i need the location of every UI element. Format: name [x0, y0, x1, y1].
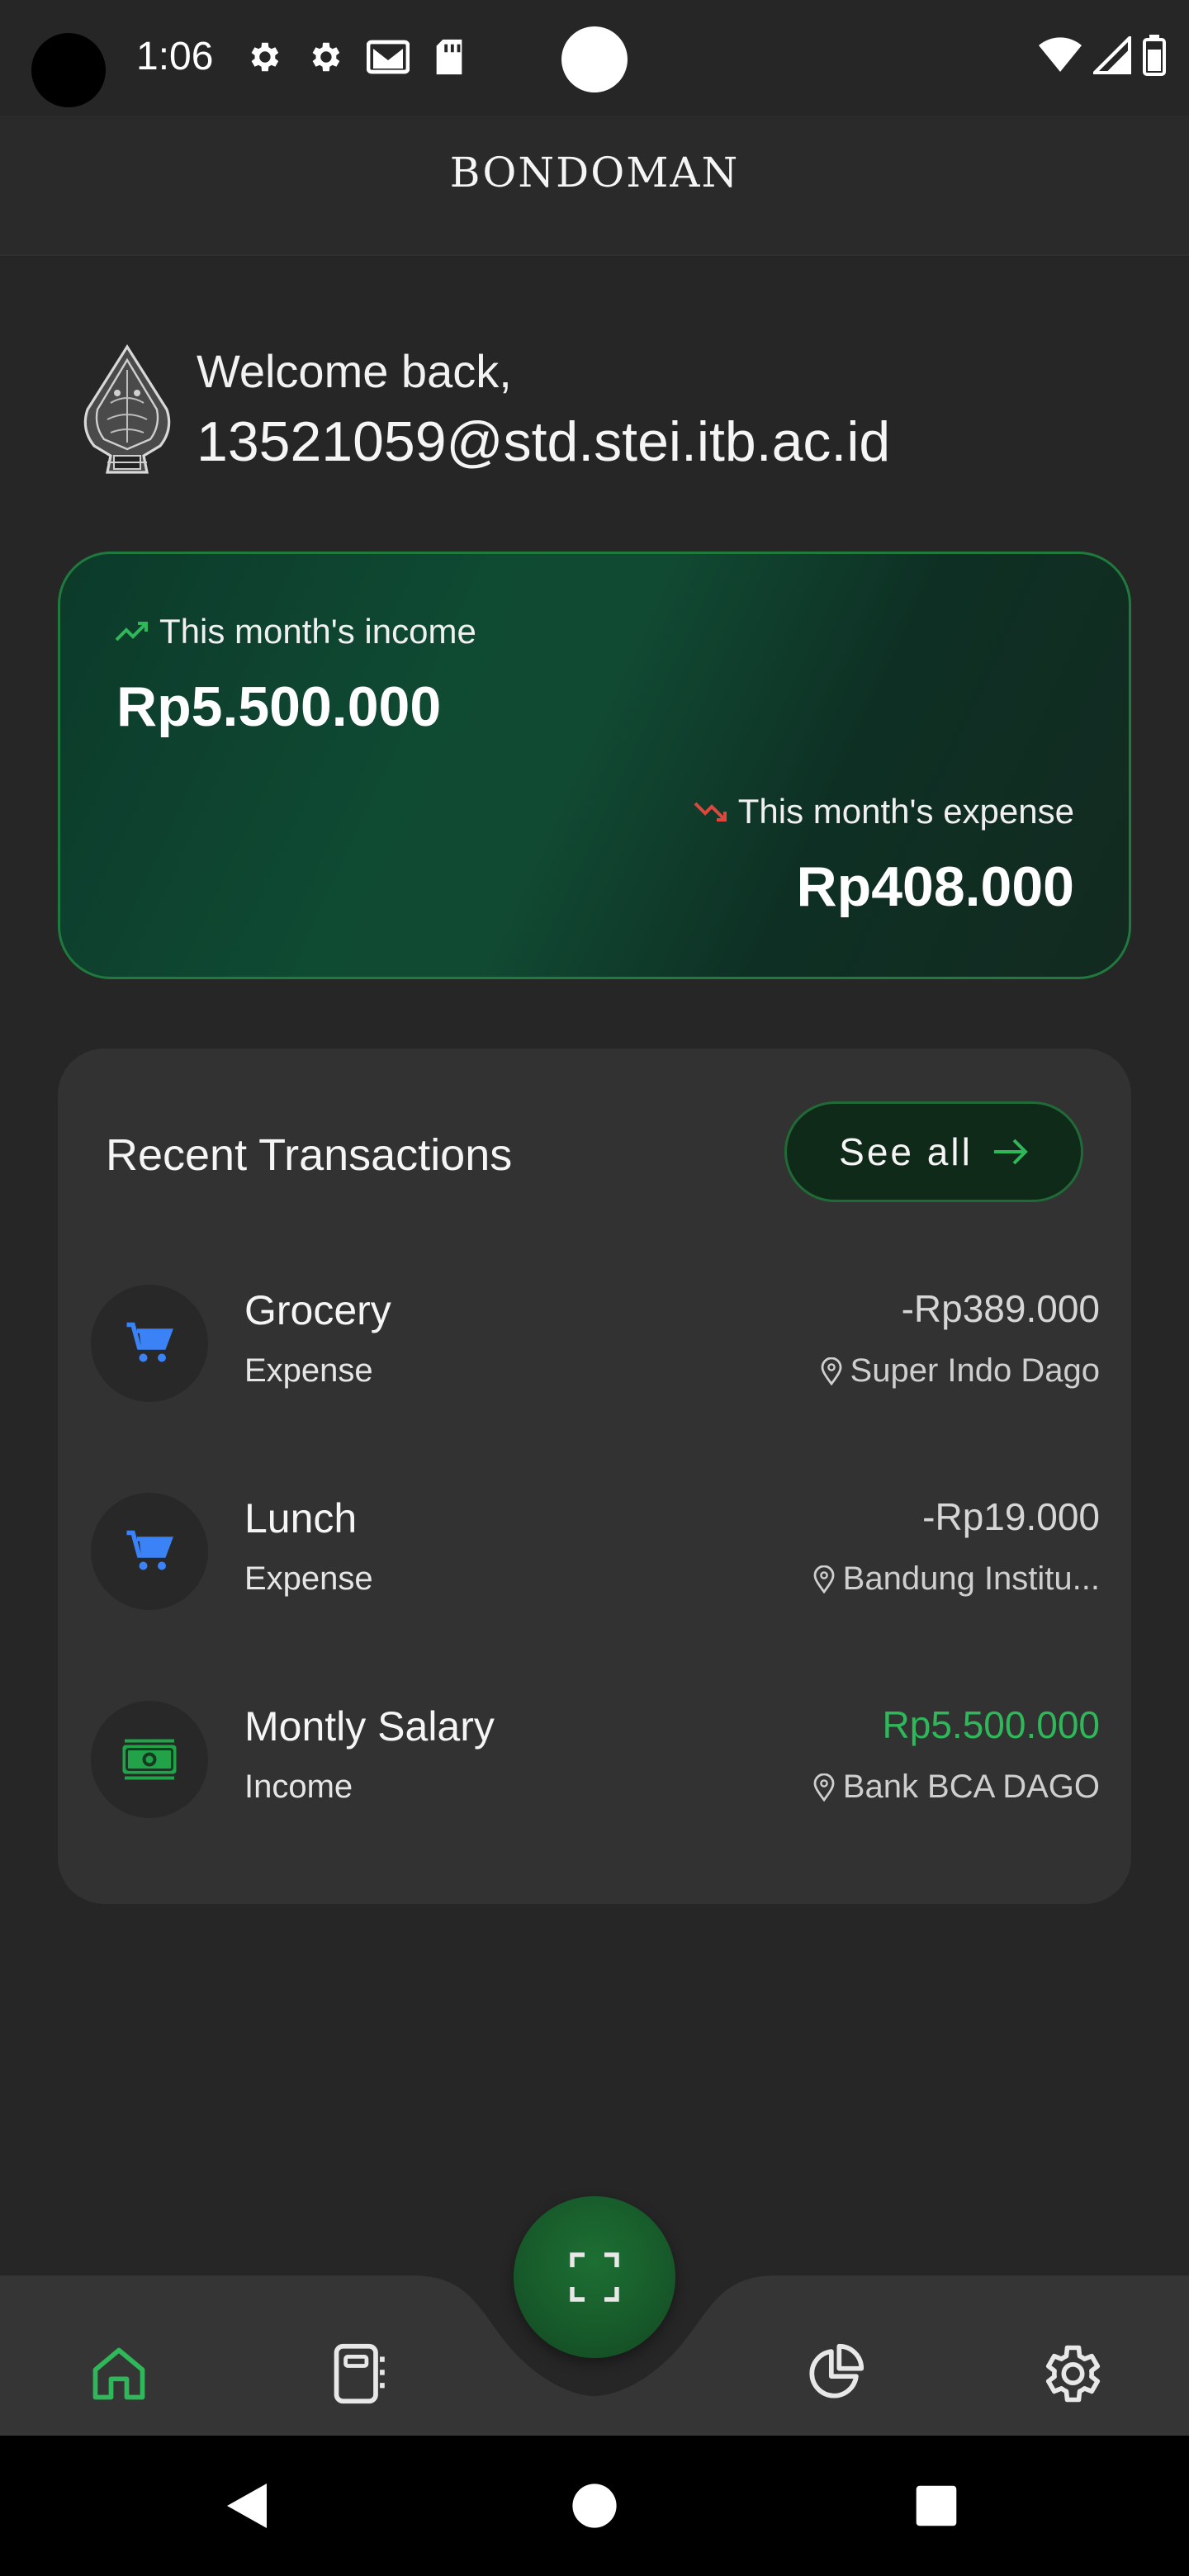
status-time: 1:06 [136, 35, 214, 78]
transaction-name: Grocery [244, 1287, 391, 1333]
transaction-name: Montly Salary [244, 1703, 495, 1750]
welcome-greeting: Welcome back, [197, 345, 512, 397]
income-value: Rp5.500.000 [116, 675, 442, 738]
signal-icon [1090, 33, 1132, 78]
settings-icon [1045, 2345, 1101, 2403]
location-pin-icon [813, 1773, 835, 1802]
front-camera-dot [561, 26, 628, 92]
gear-icon [306, 38, 343, 76]
system-back-button[interactable] [200, 2436, 299, 2576]
transaction-amount: -Rp19.000 [922, 1495, 1100, 1538]
wayang-logo-icon [83, 344, 171, 474]
transaction-icon-badge [91, 1285, 208, 1402]
home-icon [92, 2347, 145, 2400]
pie-chart-icon [809, 2343, 865, 2398]
gmail-icon [367, 38, 410, 76]
nav-settings[interactable] [1012, 2328, 1128, 2419]
transaction-location-text: Bank BCA DAGO [842, 1769, 1100, 1805]
transaction-location: Bandung Institu... [813, 1560, 1100, 1598]
back-triangle-icon [227, 2484, 267, 2528]
see-all-button[interactable]: See all [784, 1101, 1083, 1202]
transaction-location: Super Indo Dago [821, 1352, 1100, 1390]
transaction-location-text: Bandung Institu... [842, 1560, 1100, 1597]
expense-value: Rp408.000 [796, 855, 1074, 918]
scan-icon [570, 2252, 619, 2302]
gear-icon [244, 38, 282, 76]
transaction-name: Lunch [244, 1495, 358, 1541]
app-header: BONDOMAN [0, 116, 1189, 256]
nav-home[interactable] [61, 2328, 177, 2419]
app-title: BONDOMAN [449, 149, 740, 197]
cash-icon [122, 1739, 177, 1780]
wifi-icon [1039, 36, 1082, 78]
see-all-label: See all [839, 1130, 973, 1173]
income-label-row: This month's income [115, 612, 476, 651]
home-circle-icon [572, 2484, 617, 2528]
transaction-location-text: Super Indo Dago [850, 1352, 1100, 1389]
expense-label: This month's expense [737, 792, 1074, 831]
income-label: This month's income [159, 612, 476, 651]
status-bar: 1:06 [0, 0, 1189, 116]
transaction-item[interactable]: Lunch Expense -Rp19.000 Bandung Institu.… [91, 1485, 1100, 1610]
transaction-amount: Rp5.500.000 [882, 1703, 1100, 1746]
camera-cutout [31, 33, 106, 107]
transaction-type: Expense [244, 1352, 373, 1389]
trend-down-icon [694, 802, 727, 822]
system-status-icons [1039, 33, 1166, 81]
system-navigation-bar [0, 2436, 1189, 2576]
transaction-item[interactable]: Montly Salary Income Rp5.500.000 Bank BC… [91, 1693, 1100, 1818]
location-pin-icon [821, 1357, 841, 1385]
transaction-type: Expense [244, 1560, 373, 1597]
scan-button[interactable] [514, 2196, 675, 2358]
welcome-section: Welcome back, 13521059@std.stei.itb.ac.i… [74, 339, 1148, 487]
bottom-navigation [0, 2163, 1189, 2436]
transaction-amount: -Rp389.000 [901, 1287, 1100, 1330]
recent-transactions-title: Recent Transactions [106, 1130, 513, 1180]
expense-label-row: This month's expense [694, 792, 1074, 831]
arrow-right-icon [993, 1139, 1028, 1165]
system-home-button[interactable] [545, 2436, 644, 2576]
sd-card-icon [433, 38, 466, 76]
cart-icon [126, 1530, 173, 1570]
notebook-icon [334, 2343, 385, 2404]
transaction-item[interactable]: Grocery Expense -Rp389.000 Super Indo Da… [91, 1276, 1100, 1402]
recents-square-icon [916, 2485, 957, 2526]
recent-transactions-card: Recent Transactions See all Grocery Expe… [58, 1049, 1131, 1904]
cart-icon [126, 1322, 173, 1362]
nav-statistics[interactable] [776, 2328, 892, 2419]
transaction-icon-badge [91, 1701, 208, 1818]
trend-up-icon [115, 622, 148, 642]
transaction-icon-badge [91, 1493, 208, 1610]
transaction-type: Income [244, 1769, 353, 1805]
battery-icon [1143, 34, 1166, 80]
welcome-user-email: 13521059@std.stei.itb.ac.id [197, 410, 891, 473]
nav-transactions[interactable] [302, 2328, 418, 2419]
transaction-location: Bank BCA DAGO [813, 1769, 1100, 1806]
notification-icons [244, 33, 466, 81]
monthly-summary-card: This month's income Rp5.500.000 This mon… [58, 552, 1131, 979]
system-recents-button[interactable] [887, 2436, 986, 2576]
location-pin-icon [813, 1565, 835, 1593]
